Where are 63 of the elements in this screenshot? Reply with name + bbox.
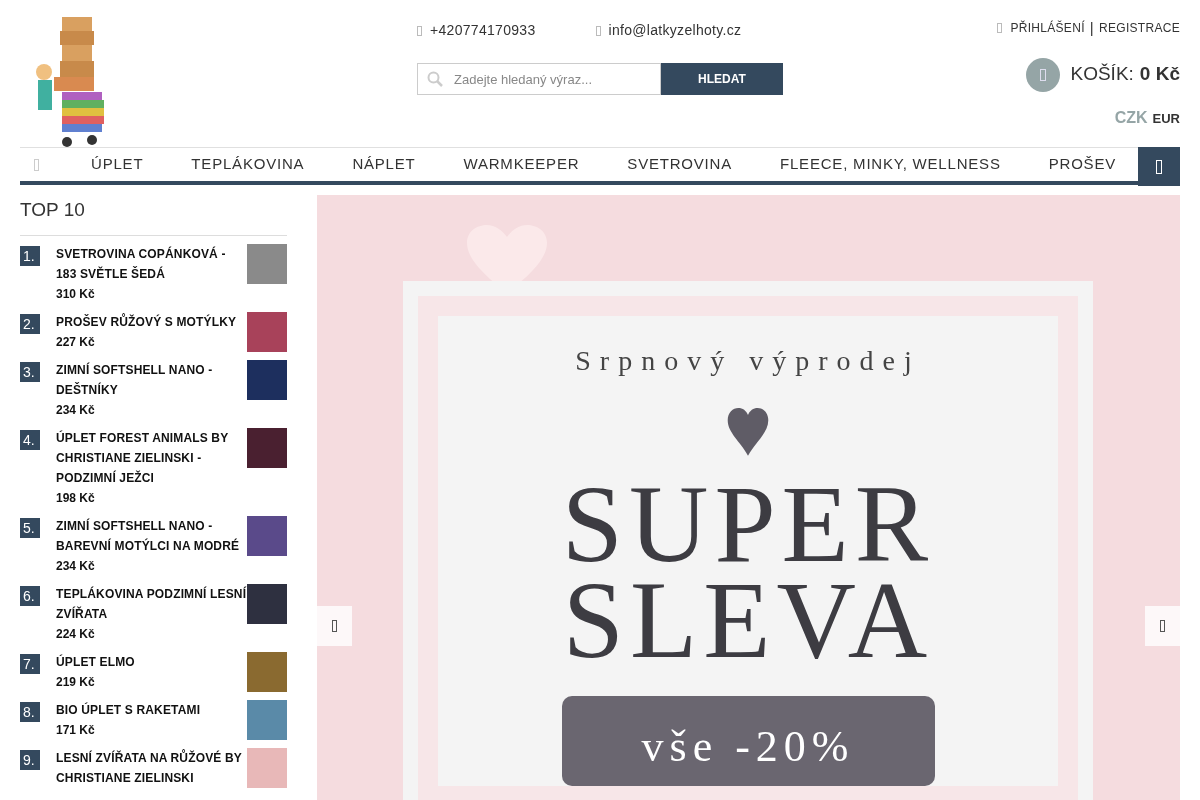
nav-link[interactable]: NÁPLET xyxy=(352,153,416,176)
product-link[interactable]: TEPLÁKOVINA PODZIMNÍ LESNÍ ZVÍŘATA xyxy=(56,583,247,624)
product-thumbnail[interactable] xyxy=(247,699,287,740)
product-thumbnail[interactable] xyxy=(247,583,287,624)
product-price: 219 Kč xyxy=(56,673,96,691)
discount-badge: vše -20% xyxy=(561,695,935,786)
rank-number: 6. xyxy=(20,585,40,606)
product-link[interactable]: BIO ÚPLET S RAKETAMI xyxy=(56,699,247,720)
separator: | xyxy=(1089,18,1094,38)
rank-number: 2. xyxy=(20,313,40,334)
menu-button[interactable] xyxy=(1138,147,1180,186)
product-link[interactable]: ZIMNÍ SOFTSHELL NANO - DEŠTNÍKY xyxy=(56,359,247,400)
product-price: 198 Kč xyxy=(56,489,96,507)
product-thumbnail[interactable] xyxy=(247,515,287,556)
product-link[interactable]: ÚPLET FOREST ANIMALS BY CHRISTIANE ZIELINSKI - PODZIMNÍ JEŽCI xyxy=(56,427,247,488)
product-link[interactable]: ÚPLET ELMO xyxy=(56,651,247,672)
phone-number[interactable]: +420774170933 xyxy=(430,20,536,41)
nav-link[interactable]: WARMKEEPER xyxy=(463,153,580,176)
cart-label[interactable]: KOŠÍK: xyxy=(1070,60,1134,89)
product-thumbnail[interactable] xyxy=(247,651,287,692)
currency-option[interactable]: EUR xyxy=(1152,108,1180,128)
nav-link[interactable]: PROŠEV xyxy=(1048,153,1117,176)
product-price: 234 Kč xyxy=(56,401,96,419)
rank-number: 1. xyxy=(20,245,40,266)
nav-link[interactable]: ÚPLET xyxy=(91,153,144,176)
cart-icon[interactable] xyxy=(1025,57,1060,92)
nav-link[interactable]: TEPLÁKOVINA xyxy=(191,153,305,176)
banner-title: SUPER xyxy=(561,475,935,572)
heart-icon xyxy=(725,408,771,456)
register-link[interactable]: REGISTRACE xyxy=(1099,19,1180,38)
product-price: 234 Kč xyxy=(56,557,96,575)
product-price: 227 Kč xyxy=(56,333,96,351)
rank-number: 8. xyxy=(20,701,40,722)
nav-link[interactable]: SVETROVINA xyxy=(627,153,732,176)
search-field[interactable]: Zadejte hledaný výraz... xyxy=(417,63,661,95)
product-link[interactable]: ZIMNÍ SOFTSHELL NANO - BAREVNÍ MOTÝLCI NA MODRÉ xyxy=(56,515,247,556)
search-button[interactable]: HLEDAT xyxy=(661,63,783,95)
cart-amount[interactable]: 0 Kč xyxy=(1139,60,1180,89)
product-thumbnail[interactable] xyxy=(247,359,287,400)
product-thumbnail[interactable] xyxy=(247,747,287,788)
login-link[interactable]: PŘIHLÁŠENÍ xyxy=(1010,19,1085,38)
nav-link[interactable]: FLEECE, MINKY, WELLNESS xyxy=(780,153,1001,176)
search-icon xyxy=(427,71,443,87)
rank-number: 4. xyxy=(20,429,40,450)
section-heading: TOP 10 xyxy=(20,195,287,236)
product-price: 310 Kč xyxy=(56,285,96,303)
previous-slide-button[interactable] xyxy=(317,606,352,646)
product-thumbnail[interactable] xyxy=(247,311,287,352)
rank-number: 9. xyxy=(20,749,40,770)
rank-number: 7. xyxy=(20,653,40,674)
product-price: 171 Kč xyxy=(56,721,96,739)
rank-number: 5. xyxy=(20,517,40,538)
product-link[interactable]: PROŠEV RŮŽOVÝ S MOTÝLKY xyxy=(56,311,247,332)
product-thumbnail[interactable] xyxy=(247,427,287,468)
banner-title: SLEVA xyxy=(562,571,934,668)
product-price: 224 Kč xyxy=(56,625,96,643)
rank-number: 3. xyxy=(20,361,40,382)
email-link[interactable]: info@latkyzelhoty.cz xyxy=(608,20,742,41)
product-link[interactable]: SVETROVINA COPÁNKOVÁ - 183 SVĚTLE ŠEDÁ xyxy=(56,243,247,284)
product-thumbnail[interactable] xyxy=(247,243,287,284)
next-slide-button[interactable] xyxy=(1145,606,1180,646)
banner-subtitle: Srpnový výprodej xyxy=(575,344,921,378)
product-link[interactable]: LESNÍ ZVÍŘATA NA RŮŽOVÉ BY CHRISTIANE ZIELINSKI xyxy=(56,747,247,788)
